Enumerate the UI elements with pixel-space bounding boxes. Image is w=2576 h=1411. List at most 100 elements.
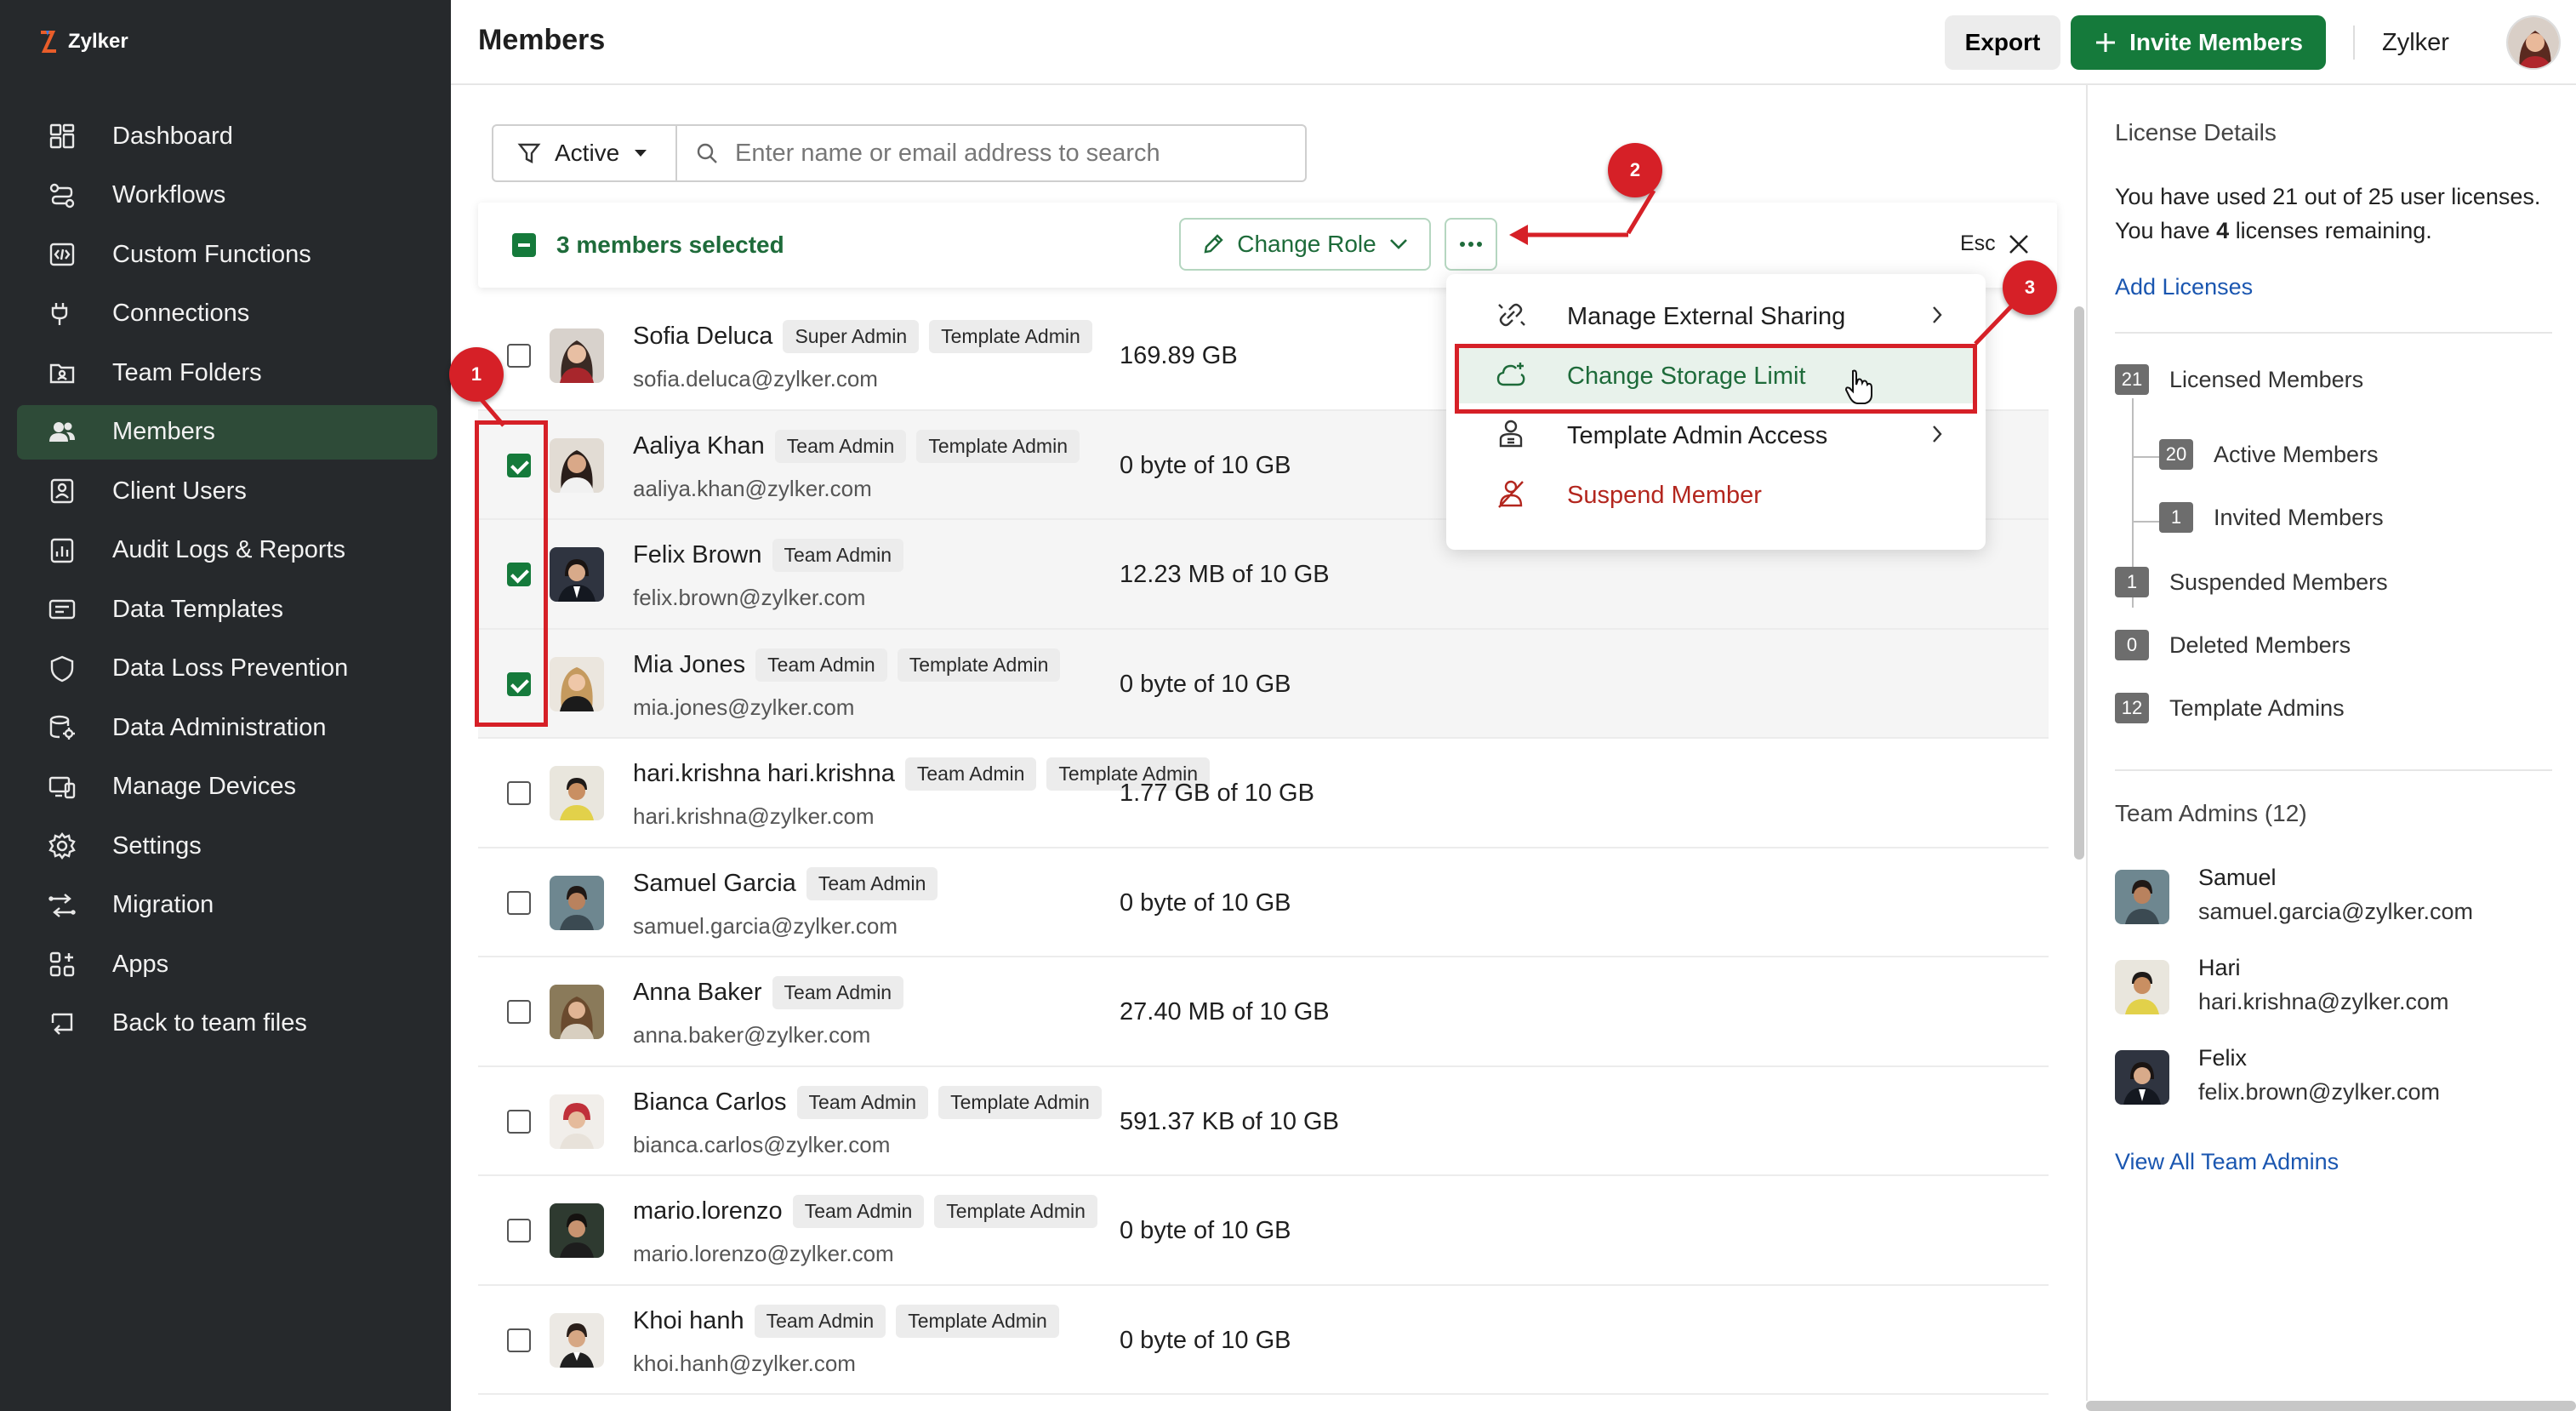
sidebar-item-audit-logs[interactable]: Audit Logs & Reports [17,523,437,578]
member-storage: 1.77 GB of 10 GB [1120,780,1314,807]
status-filter-dropdown[interactable]: Active [492,124,677,182]
member-email: aaliya.khan@zylker.com [633,475,872,501]
row-checkbox[interactable] [507,1000,531,1024]
brand[interactable]: Zylker [37,29,128,54]
sidebar-item-data-templates[interactable]: Data Templates [17,582,437,637]
member-storage: 0 byte of 10 GB [1120,1326,1291,1354]
avatar [550,1094,604,1149]
sidebar-item-workflows[interactable]: Workflows [17,169,437,223]
invite-members-label: Invite Members [2129,29,2303,55]
invite-members-button[interactable]: Invite Members [2071,15,2326,70]
table-row[interactable]: Bianca Carlos Team Admin Template Admin bi… [478,1067,2049,1176]
sidebar-item-members[interactable]: Members [17,404,437,460]
apps-icon [48,950,77,979]
sidebar-item-settings[interactable]: Settings [17,819,437,873]
sidebar-item-data-loss-prevention[interactable]: Data Loss Prevention [17,642,437,696]
row-checkbox[interactable] [507,1219,531,1242]
row-checkbox[interactable] [507,344,531,368]
filter-icon [517,143,541,163]
annotation-box-checkboxes [475,420,548,727]
member-name: Khoi hanh [633,1306,744,1334]
member-name: Samuel Garcia [633,869,796,897]
stat-suspended-members: 1 Suspended Members [2115,567,2388,597]
stat-label: Template Admins [2169,694,2345,721]
select-all-checkbox[interactable] [512,233,536,257]
remaining-suffix: licenses remaining. [2235,218,2432,243]
row-checkbox[interactable] [507,890,531,915]
connections-icon [48,300,77,328]
table-row[interactable]: Khoi hanh Team Admin Template Admin khoi.h… [478,1286,2049,1395]
view-all-team-admins-link[interactable]: View All Team Admins [2115,1149,2339,1175]
sidebar-item-apps[interactable]: Apps [17,937,437,991]
team-admin-item[interactable]: Felix felix.brown@zylker.com [2115,1045,2557,1113]
team-admin-item[interactable]: Samuel samuel.garcia@zylker.com [2115,865,2557,933]
sidebar-item-client-users[interactable]: Client Users [17,464,437,518]
count-badge: 21 [2115,364,2149,395]
sidebar-nav: Dashboard Workflows Custom Functions Con… [17,109,437,1055]
client-users-icon [48,477,77,506]
table-row[interactable]: Mia Jones Team Admin Template Admin mia.jo… [478,629,2049,739]
role-tag: Team Admin [806,866,938,900]
tree-line [2132,456,2159,458]
sidebar-item-custom-functions[interactable]: Custom Functions [17,227,437,282]
menu-item-template-admin-access[interactable]: Template Admin Access [1455,405,1977,463]
team-admin-item[interactable]: Hari hari.krishna@zylker.com [2115,955,2557,1023]
sidebar-item-connections[interactable]: Connections [17,287,437,341]
user-avatar[interactable] [2506,15,2561,70]
export-button[interactable]: Export [1945,15,2060,70]
member-storage: 27.40 MB of 10 GB [1120,998,1330,1025]
sidebar-item-manage-devices[interactable]: Manage Devices [17,760,437,814]
member-email: sofia.deluca@zylker.com [633,366,878,391]
sidebar-item-data-administration[interactable]: Data Administration [17,700,437,755]
avatar [550,1312,604,1368]
sidebar-item-label: Workflows [112,181,226,209]
row-checkbox[interactable] [507,1109,531,1134]
clear-selection-button[interactable]: Esc [1960,231,2030,256]
search-input[interactable] [735,139,1279,168]
menu-item-label: Suspend Member [1567,482,1762,509]
remaining-prefix: You have [2115,218,2210,243]
sidebar-item-migration[interactable]: Migration [17,878,437,933]
avatar [550,328,604,383]
table-row[interactable]: Samuel Garcia Team Admin samuel.garcia@zy… [478,848,2049,957]
sidebar-item-back-to-team-files[interactable]: Back to team files [17,997,437,1051]
devices-icon [48,773,77,802]
change-role-button[interactable]: Change Role [1179,218,1431,271]
team-folders-icon [48,358,77,387]
avatar [550,985,604,1039]
menu-item-suspend-member[interactable]: Suspend Member [1455,465,1977,523]
sidebar-item-team-folders[interactable]: Team Folders [17,346,437,400]
row-checkbox[interactable] [507,1328,531,1352]
role-tag: Team Admin [904,757,1037,791]
header-divider [2353,26,2355,60]
more-actions-button[interactable] [1445,218,1497,271]
table-row[interactable]: mario.lorenzo Team Admin Template Admin ma… [478,1176,2049,1286]
stat-label: Licensed Members [2169,366,2364,392]
role-tag: Template Admin [916,429,1080,463]
table-row[interactable]: Anna Baker Team Admin anna.baker@zylker.c… [478,957,2049,1067]
member-email: anna.baker@zylker.com [633,1022,871,1048]
role-tag: Team Admin [796,1085,929,1119]
menu-item-label: Manage External Sharing [1567,303,1846,330]
zylker-logo-icon [41,31,56,53]
role-tag: Template Admin [897,648,1061,682]
stat-invited-members: 1 Invited Members [2159,502,2384,533]
member-search [677,124,1307,182]
member-name: Bianca Carlos [633,1088,787,1116]
menu-item-manage-external-sharing[interactable]: Manage External Sharing [1455,286,1977,344]
org-name[interactable]: Zylker [2382,29,2449,57]
member-email: khoi.hanh@zylker.com [633,1350,856,1376]
close-icon [2009,234,2028,254]
stat-label: Deleted Members [2169,631,2351,658]
vertical-scrollbar[interactable] [2074,306,2084,860]
member-email: mia.jones@zylker.com [633,694,855,720]
stat-label: Invited Members [2214,504,2384,530]
sidebar-item-dashboard[interactable]: Dashboard [17,109,437,163]
annotation-pointer-3 [1974,301,2016,346]
audit-logs-icon [48,536,77,565]
add-licenses-link[interactable]: Add Licenses [2115,274,2253,300]
horizontal-scrollbar[interactable] [2086,1401,2576,1411]
row-checkbox[interactable] [507,781,531,805]
table-row[interactable]: hari.krishna hari.krishna Team Admin Templ… [478,739,2049,848]
team-admin-name: Hari [2198,955,2241,980]
